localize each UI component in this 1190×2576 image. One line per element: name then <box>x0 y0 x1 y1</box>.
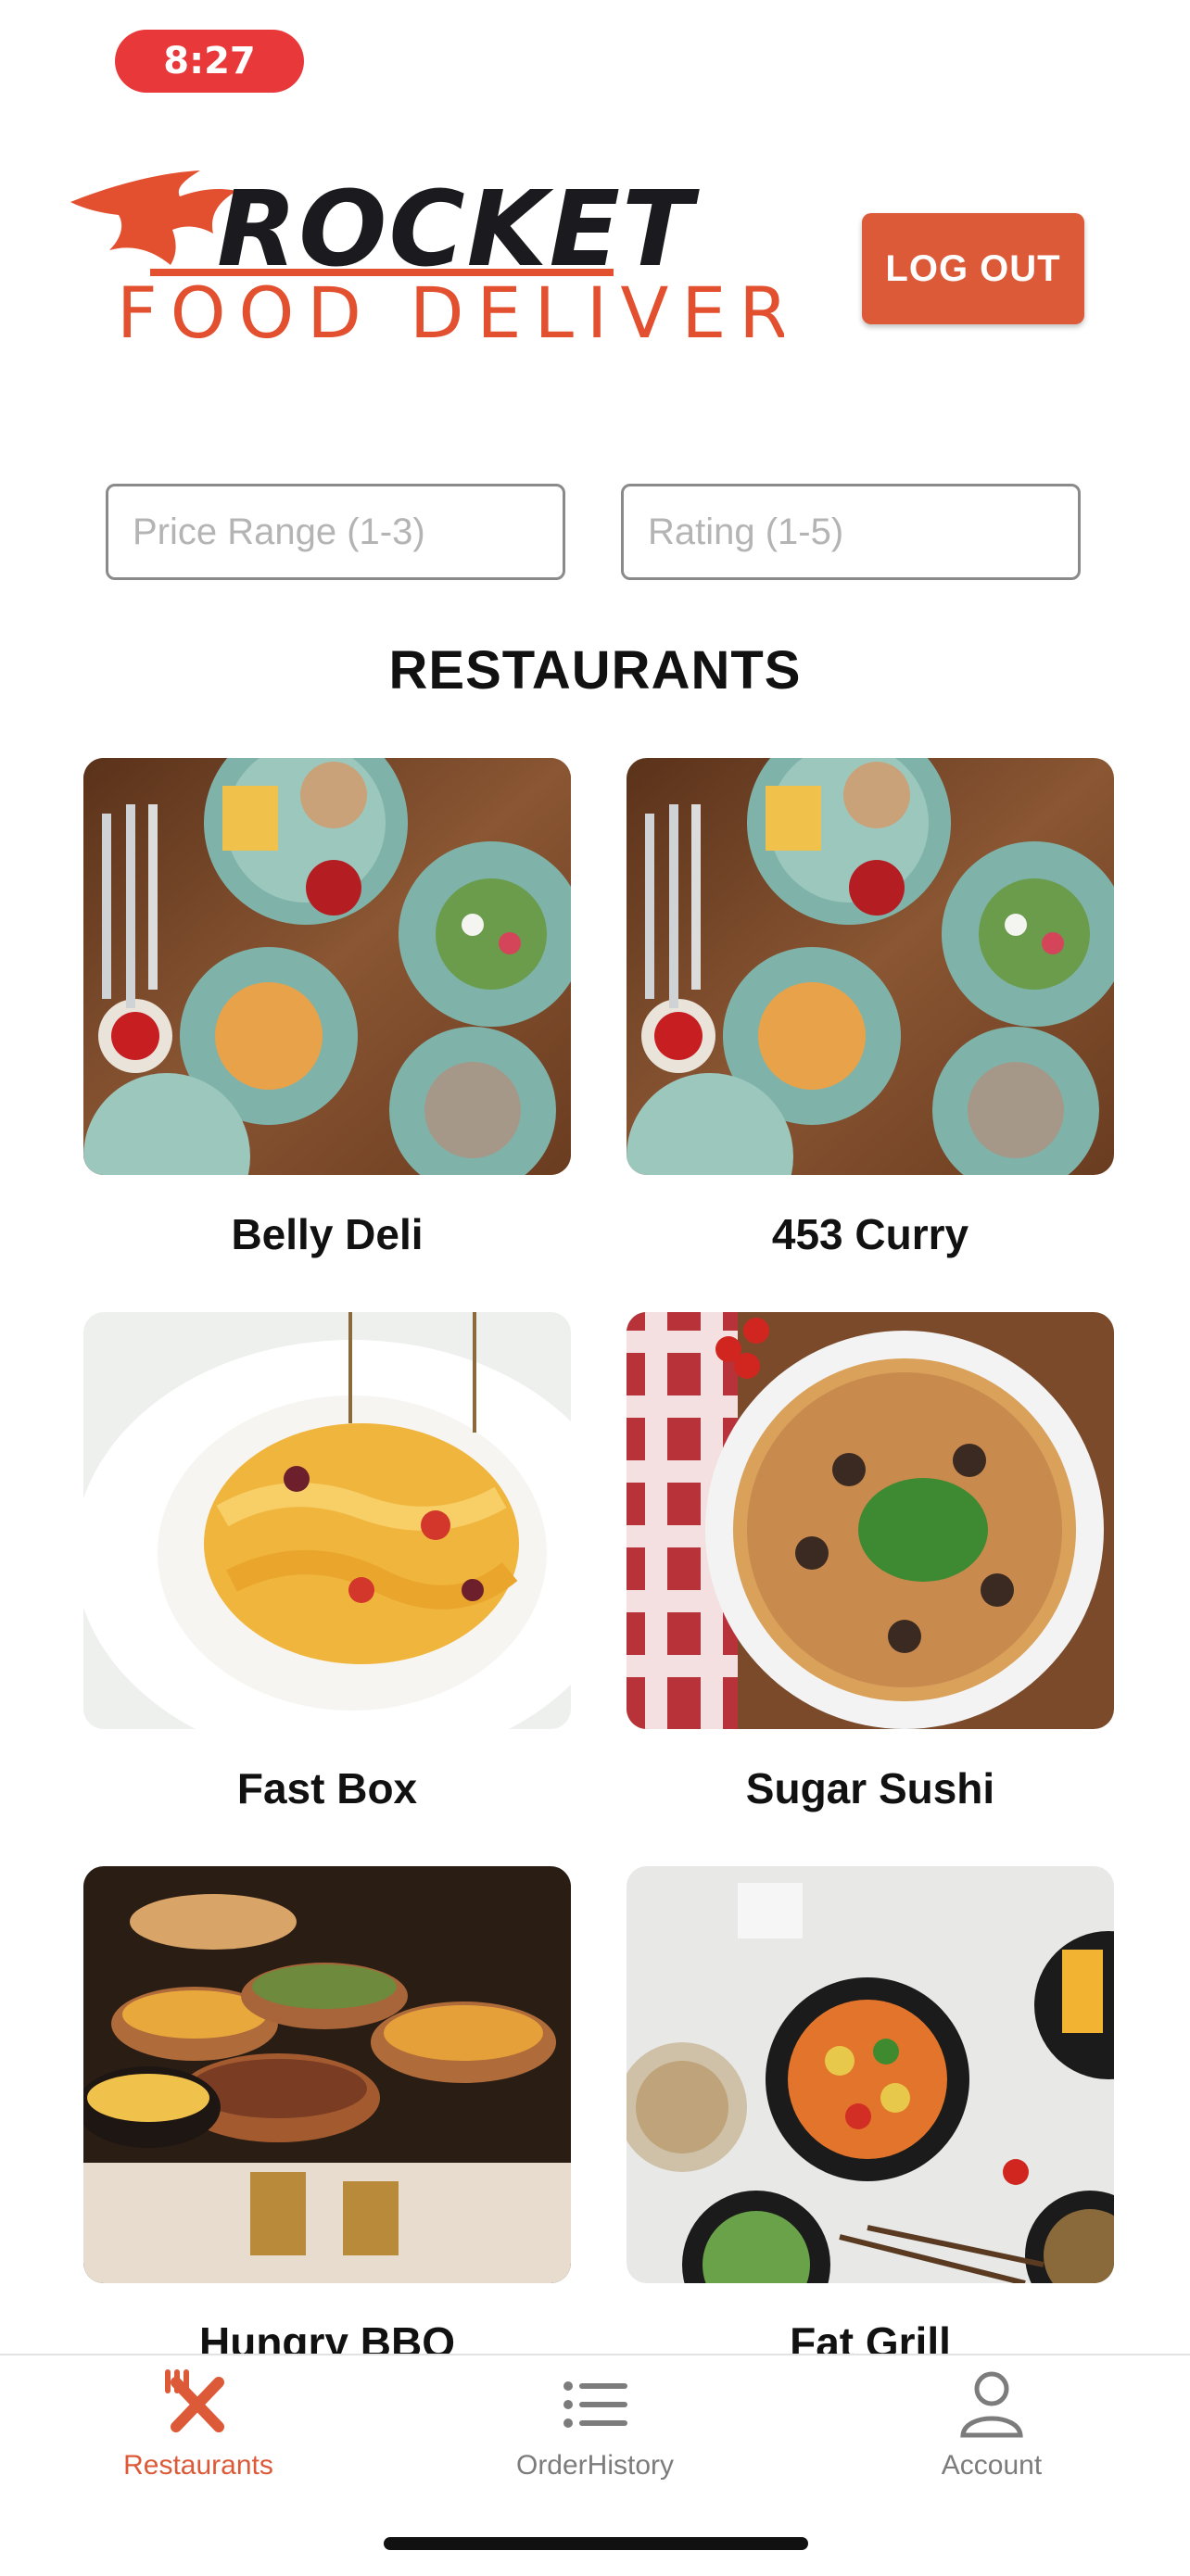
restaurant-card[interactable]: Fast Box <box>83 1312 571 1816</box>
restaurant-photo <box>83 1866 571 2283</box>
restaurant-card[interactable]: 453 Curry <box>627 758 1114 1262</box>
restaurant-name: Hungry BBQ <box>199 2318 455 2354</box>
person-icon <box>853 2365 1131 2444</box>
tab-label: OrderHistory <box>515 2450 675 2481</box>
restaurant-card[interactable]: Sugar Sushi <box>627 1312 1114 1816</box>
restaurant-name: Fat Grill <box>790 2318 951 2354</box>
restaurant-name: Sugar Sushi <box>745 1764 995 1812</box>
tab-account[interactable]: Account <box>853 2365 1131 2504</box>
tab-label: Account <box>941 2450 1043 2481</box>
list-icon <box>456 2365 734 2444</box>
tab-orderhistory[interactable]: OrderHistory <box>456 2365 734 2504</box>
restaurant-card[interactable]: Fat Grill <box>627 1866 1114 2354</box>
restaurant-name: 453 Curry <box>771 1210 969 1258</box>
home-indicator <box>384 2537 808 2550</box>
restaurant-card[interactable]: Belly Deli <box>83 758 571 1262</box>
restaurant-card[interactable]: Hungry BBQ <box>83 1866 571 2354</box>
restaurant-photo <box>83 758 571 1175</box>
fork-knife-icon <box>59 2365 337 2444</box>
restaurant-name: Fast Box <box>236 1764 418 1812</box>
restaurant-grid: Belly Deli 453 Curry Fast Box Sugar Sush… <box>0 0 1190 2354</box>
restaurant-photo <box>83 1312 571 1729</box>
restaurant-photo <box>627 1312 1114 1729</box>
restaurant-photo <box>627 758 1114 1175</box>
restaurant-name: Belly Deli <box>231 1210 424 1258</box>
tab-restaurants[interactable]: Restaurants <box>59 2365 337 2504</box>
restaurant-photo <box>627 1866 1114 2283</box>
tab-label: Restaurants <box>123 2450 273 2481</box>
